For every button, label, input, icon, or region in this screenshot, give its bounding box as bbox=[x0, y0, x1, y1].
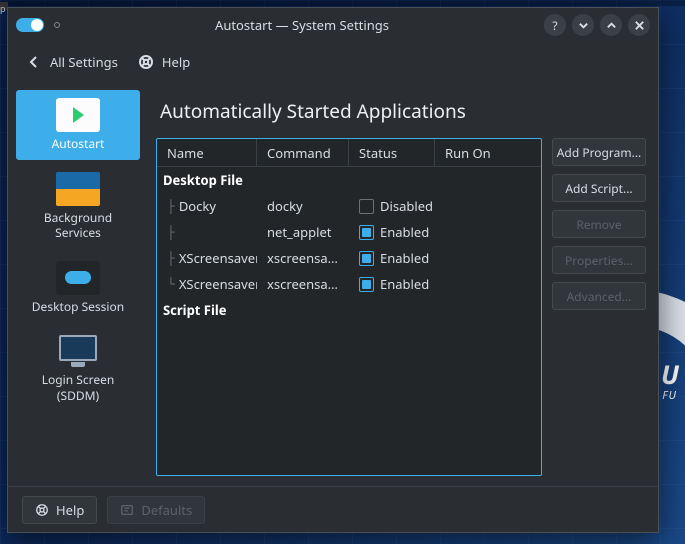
autostart-icon bbox=[56, 98, 100, 132]
cell-status: Disabled bbox=[380, 197, 433, 215]
close-icon bbox=[634, 20, 645, 31]
defaults-label: Defaults bbox=[141, 501, 192, 519]
help-icon bbox=[35, 503, 49, 517]
cell-name: Docky bbox=[179, 197, 216, 215]
toolbar-help-button[interactable]: Help bbox=[138, 53, 190, 71]
add-program-button[interactable]: Add Program... bbox=[552, 138, 646, 166]
table-header: Name Command Status Run On bbox=[157, 139, 541, 167]
column-header-name[interactable]: Name bbox=[157, 139, 257, 166]
maximize-button[interactable] bbox=[600, 14, 622, 36]
remove-button: Remove bbox=[552, 210, 646, 238]
chevron-down-icon bbox=[578, 20, 589, 31]
sidebar-item-login-screen[interactable]: Login Screen (SDDM) bbox=[16, 326, 140, 411]
tree-line-icon: ├ bbox=[167, 225, 175, 240]
column-header-status[interactable]: Status bbox=[349, 139, 435, 166]
sidebar-item-desktop-session[interactable]: Desktop Session bbox=[16, 253, 140, 323]
cell-command: docky bbox=[257, 197, 349, 215]
sidebar-item-label: Autostart bbox=[52, 136, 105, 152]
properties-button: Properties... bbox=[552, 246, 646, 274]
close-button[interactable] bbox=[628, 14, 650, 36]
titlebar[interactable]: Autostart — System Settings ? bbox=[8, 8, 658, 42]
column-header-command[interactable]: Command bbox=[257, 139, 349, 166]
footer-help-button[interactable]: Help bbox=[22, 496, 97, 524]
cell-command: net_applet bbox=[257, 223, 349, 241]
cell-command: xscreensaver ... bbox=[257, 249, 349, 267]
cell-status: Enabled bbox=[380, 249, 429, 267]
help-window-button[interactable]: ? bbox=[544, 14, 566, 36]
table-row[interactable]: ├ Docky docky Disabled bbox=[157, 193, 541, 219]
sidebar-item-label: Login Screen (SDDM) bbox=[20, 372, 136, 403]
titlebar-toggle-icon bbox=[16, 18, 44, 32]
chevron-left-icon bbox=[26, 54, 42, 70]
cell-name: XScreensaver bbox=[179, 275, 257, 293]
defaults-button: Defaults bbox=[107, 496, 205, 524]
status-checkbox[interactable] bbox=[359, 225, 374, 240]
footer: Help Defaults bbox=[8, 486, 658, 532]
cell-status: Enabled bbox=[380, 223, 429, 241]
page-title: Automatically Started Applications bbox=[160, 98, 642, 124]
sidebar-item-label: Desktop Session bbox=[32, 299, 124, 315]
defaults-icon bbox=[120, 503, 134, 517]
footer-help-label: Help bbox=[56, 501, 84, 519]
group-script-file[interactable]: Script File bbox=[157, 297, 541, 323]
system-settings-window: Autostart — System Settings ? All Settin… bbox=[7, 7, 659, 533]
sidebar-item-label: Background Services bbox=[20, 210, 136, 241]
sidebar-item-autostart[interactable]: Autostart bbox=[16, 90, 140, 160]
status-checkbox[interactable] bbox=[359, 199, 374, 214]
tree-line-icon: ├ bbox=[167, 199, 175, 214]
tree-line-icon: ├ bbox=[167, 251, 175, 266]
chevron-up-icon bbox=[606, 20, 617, 31]
cell-command: xscreensaver bbox=[257, 275, 349, 293]
all-settings-button[interactable]: All Settings bbox=[26, 53, 118, 71]
status-checkbox[interactable] bbox=[359, 277, 374, 292]
group-desktop-file[interactable]: Desktop File bbox=[157, 167, 541, 193]
table-body[interactable]: Desktop File ├ Docky docky Disabled ├ net… bbox=[157, 167, 541, 475]
column-header-run-on[interactable]: Run On bbox=[435, 139, 541, 166]
desktop-session-icon bbox=[56, 261, 100, 295]
body-area: Autostart Background Services Desktop Se… bbox=[8, 82, 658, 486]
window-title: Autostart — System Settings bbox=[60, 16, 544, 34]
all-settings-label: All Settings bbox=[50, 53, 118, 71]
taskbar bbox=[0, 0, 685, 6]
main-panel: Automatically Started Applications Name … bbox=[148, 82, 658, 486]
advanced-button: Advanced... bbox=[552, 282, 646, 310]
login-screen-icon bbox=[56, 334, 100, 368]
question-icon: ? bbox=[552, 17, 557, 34]
minimize-button[interactable] bbox=[572, 14, 594, 36]
cell-name: XScreensaver bbox=[179, 249, 257, 267]
autostart-table: Name Command Status Run On Desktop File … bbox=[156, 138, 542, 476]
background-services-icon bbox=[56, 172, 100, 206]
help-icon bbox=[138, 54, 154, 70]
desktop-logo-text: U bbox=[661, 356, 679, 392]
status-checkbox[interactable] bbox=[359, 251, 374, 266]
table-row[interactable]: └ XScreensaver xscreensaver Enabled bbox=[157, 271, 541, 297]
action-buttons: Add Program... Add Script... Remove Prop… bbox=[552, 138, 646, 476]
add-script-button[interactable]: Add Script... bbox=[552, 174, 646, 202]
toolbar-help-label: Help bbox=[162, 53, 190, 71]
sidebar: Autostart Background Services Desktop Se… bbox=[8, 82, 148, 486]
table-row[interactable]: ├ XScreensaver xscreensaver ... Enabled bbox=[157, 245, 541, 271]
toolbar: All Settings Help bbox=[8, 42, 658, 82]
table-row[interactable]: ├ net_applet Enabled bbox=[157, 219, 541, 245]
tree-line-icon: └ bbox=[167, 277, 175, 292]
sidebar-item-background-services[interactable]: Background Services bbox=[16, 164, 140, 249]
cell-status: Enabled bbox=[380, 275, 429, 293]
